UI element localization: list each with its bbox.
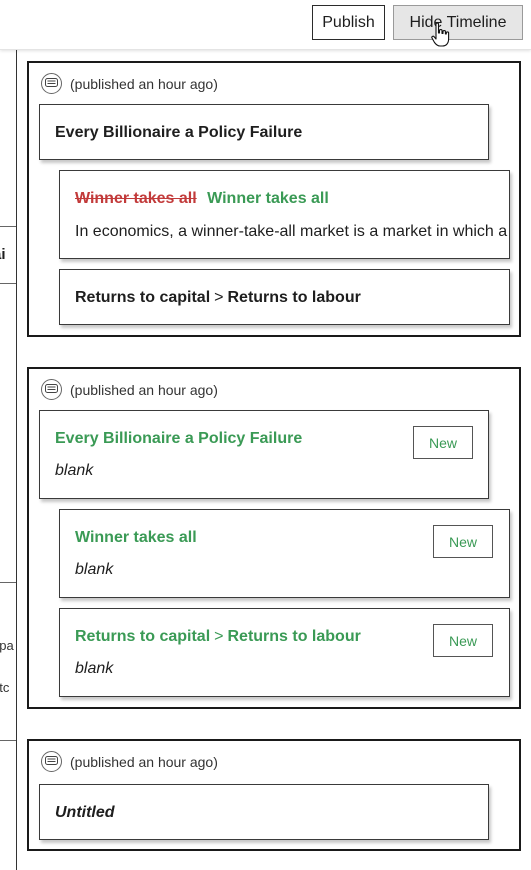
left-panel-text: utc [0, 680, 16, 698]
node-title: Untitled [55, 804, 115, 821]
timeline-entry: (published an hour ago) Every Billionair… [27, 61, 521, 337]
entry-header: (published an hour ago) [41, 379, 218, 400]
node-title-diff: Winner takes all Winner takes all [75, 190, 329, 208]
removed-title: Winner takes all [75, 190, 197, 207]
child-node[interactable]: Returns to capital > Returns to labour [59, 269, 510, 325]
node-title: Every Billionaire a Policy Failure [55, 430, 303, 447]
node-title-right: Returns to labour [227, 289, 361, 306]
publish-button[interactable]: Publish [312, 5, 385, 40]
node-title: Returns to capital > Returns to labour [75, 289, 361, 307]
added-title: Winner takes all [207, 190, 329, 207]
left-panel-text-label: utc [0, 680, 10, 695]
node-description: In economics, a winner-take-all market i… [75, 223, 509, 240]
node-title-left: Returns to capital [75, 289, 211, 306]
hide-timeline-button[interactable]: Hide Timeline [393, 5, 523, 40]
title-separator: > [214, 289, 224, 306]
left-panel-separator [0, 582, 16, 583]
chat-bubble-icon [41, 73, 62, 94]
timeline-entry: (published an hour ago) Every Billionair… [27, 367, 521, 709]
chat-bubble-icon [41, 379, 62, 400]
left-panel-divider [16, 50, 17, 870]
child-node[interactable]: Winner takes all blank New [59, 509, 510, 598]
node-body: blank [55, 462, 94, 479]
node-body: blank [75, 561, 114, 578]
root-node[interactable]: Every Billionaire a Policy Failure [39, 104, 489, 160]
left-panel-node-label: tai [0, 246, 6, 263]
title-separator: > [214, 628, 224, 645]
entry-header: (published an hour ago) [41, 751, 218, 772]
published-time: (published an hour ago) [70, 753, 218, 770]
published-time: (published an hour ago) [70, 75, 218, 92]
hand-pointer-icon [431, 22, 450, 47]
node-title: Winner takes all [75, 529, 197, 546]
new-badge[interactable]: New [413, 426, 473, 459]
new-badge[interactable]: New [433, 624, 493, 657]
root-node[interactable]: Every Billionaire a Policy Failure blank… [39, 410, 489, 499]
left-panel-node[interactable]: tai [0, 226, 16, 284]
timeline-entry: (published an hour ago) Untitled [27, 739, 521, 851]
left-panel-separator [0, 740, 16, 741]
left-panel-text: npa [0, 638, 16, 656]
child-node[interactable]: Returns to capital > Returns to labour bla… [59, 608, 510, 697]
left-panel-text-label: npa [0, 638, 14, 653]
node-title-left: Returns to capital [75, 628, 211, 645]
root-node[interactable]: Untitled [39, 784, 489, 840]
published-time: (published an hour ago) [70, 381, 218, 398]
node-title-right: Returns to labour [227, 628, 361, 645]
node-title: Every Billionaire a Policy Failure [55, 124, 303, 141]
node-body: blank [75, 660, 114, 677]
entry-header: (published an hour ago) [41, 73, 218, 94]
node-title: Returns to capital > Returns to labour [75, 628, 361, 646]
child-node[interactable]: Winner takes all Winner takes all In eco… [59, 170, 510, 259]
new-badge[interactable]: New [433, 525, 493, 558]
top-toolbar: Publish Hide Timeline [0, 0, 531, 50]
chat-bubble-icon [41, 751, 62, 772]
